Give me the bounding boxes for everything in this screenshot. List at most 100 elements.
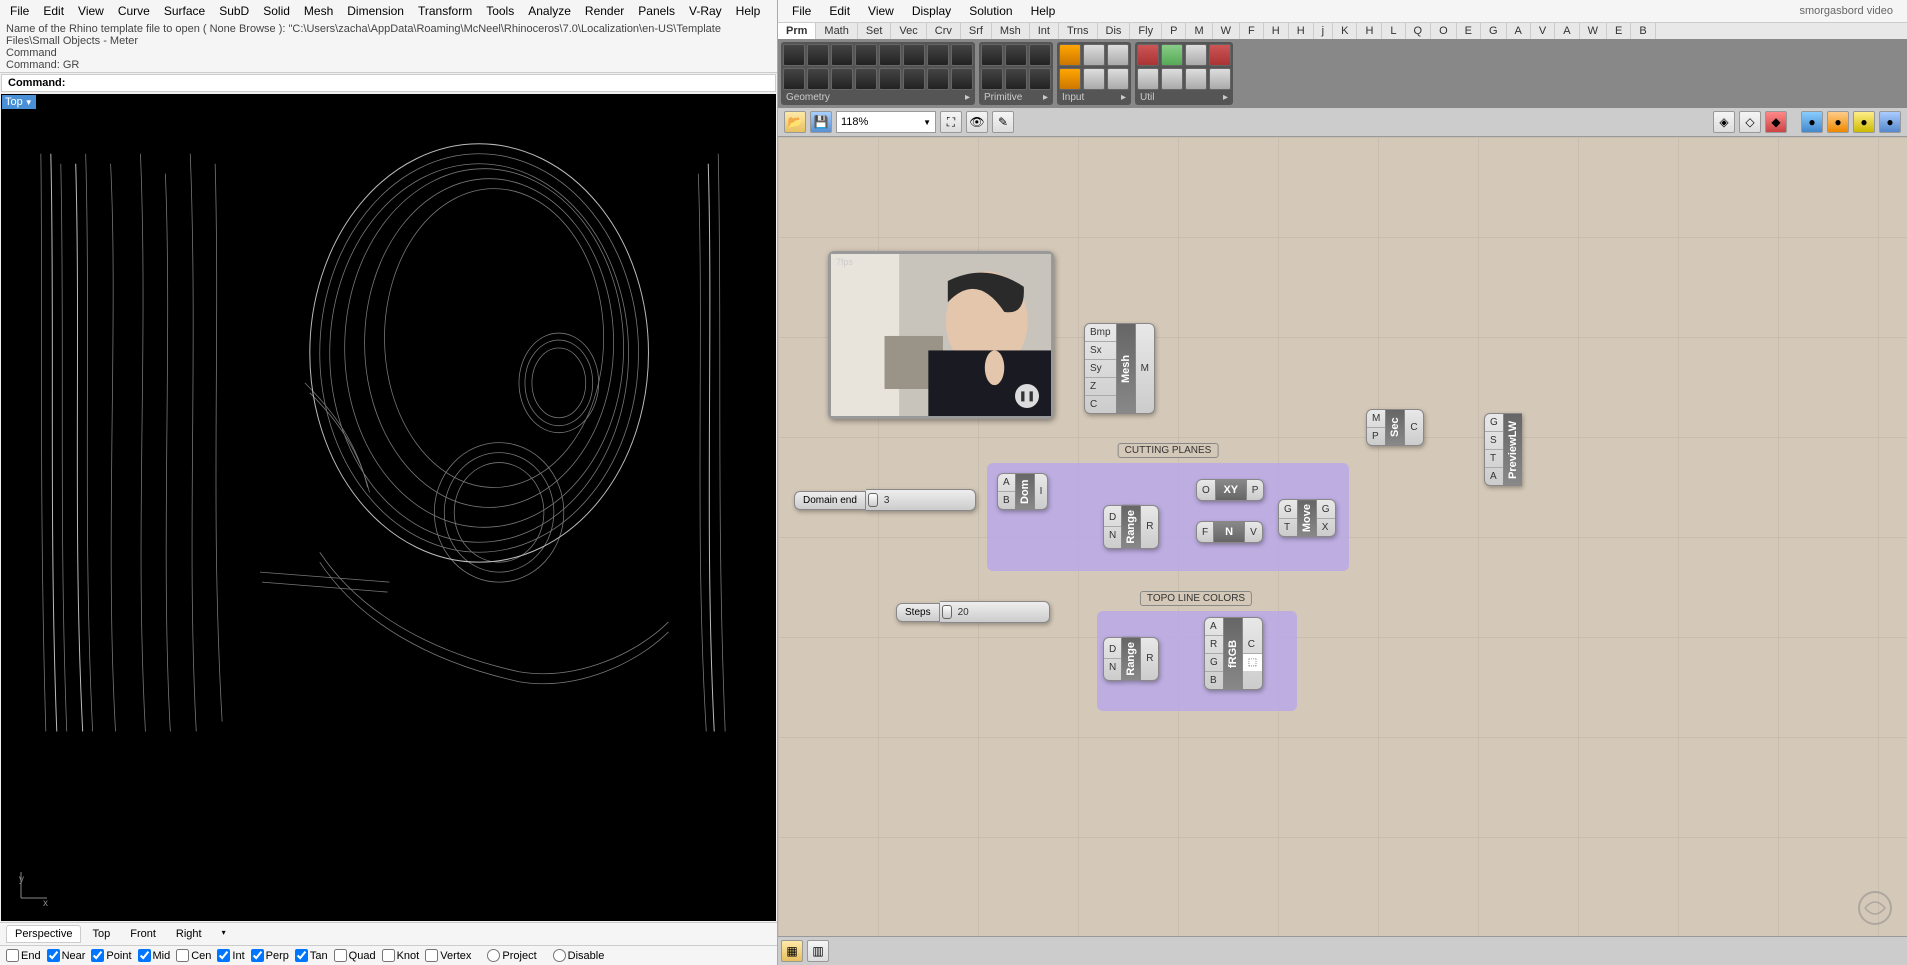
zoom-combo[interactable]: 118%▼ (836, 111, 936, 133)
node-sec[interactable]: MP Sec C (1366, 409, 1424, 446)
display-mode-button[interactable]: ◈ (1713, 111, 1735, 133)
gh-menu-view[interactable]: View (860, 2, 902, 20)
component-icon[interactable] (855, 44, 877, 66)
component-icon[interactable] (1107, 44, 1129, 66)
gh-tab-w[interactable]: W (1580, 23, 1607, 39)
component-icon[interactable] (1161, 68, 1183, 90)
slider-steps[interactable]: Steps 20 (896, 601, 1050, 623)
osnap-perp[interactable]: Perp (251, 949, 289, 962)
port-m[interactable]: M (1367, 410, 1385, 428)
port-o[interactable]: O (1197, 482, 1215, 499)
port-g[interactable]: G (1205, 654, 1223, 672)
save-button[interactable]: 💾 (810, 111, 832, 133)
gh-menu-edit[interactable]: Edit (821, 2, 858, 20)
gh-tab-q[interactable]: Q (1406, 23, 1432, 39)
port-b[interactable]: B (998, 492, 1015, 509)
node-range[interactable]: DN Range R (1103, 637, 1159, 681)
gh-tab-trns[interactable]: Trns (1059, 23, 1098, 39)
menu-help[interactable]: Help (730, 2, 767, 20)
port-n[interactable]: N (1104, 659, 1121, 676)
port-i[interactable]: I (1035, 483, 1048, 500)
port-d[interactable]: D (1104, 641, 1121, 659)
component-icon[interactable] (879, 68, 901, 90)
gh-tab-j[interactable]: j (1314, 23, 1333, 39)
component-icon[interactable] (831, 68, 853, 90)
component-icon[interactable] (903, 68, 925, 90)
port-sx[interactable]: Sx (1085, 342, 1116, 360)
port-c[interactable]: C (1405, 419, 1422, 436)
gh-tab-o[interactable]: O (1431, 23, 1457, 39)
zoom-extents-button[interactable]: ⛶ (940, 111, 962, 133)
display-mode-button[interactable]: ◆ (1765, 111, 1787, 133)
gh-tab-vec[interactable]: Vec (891, 23, 926, 39)
markov-widget-icon[interactable]: ▦ (781, 940, 803, 962)
port-b[interactable]: B (1205, 672, 1223, 689)
component-icon[interactable] (1137, 68, 1159, 90)
command-input[interactable]: Command: (1, 74, 776, 92)
osnap-tan[interactable]: Tan (295, 949, 328, 962)
node-xy[interactable]: O XY P (1196, 479, 1264, 501)
component-icon[interactable] (1107, 68, 1129, 90)
port-x[interactable]: X (1317, 519, 1335, 536)
gh-tab-msh[interactable]: Msh (992, 23, 1030, 39)
menu-tools[interactable]: Tools (480, 2, 520, 20)
port-g[interactable]: G (1279, 501, 1297, 519)
port-r[interactable]: R (1141, 518, 1158, 535)
shade-button[interactable]: ● (1853, 111, 1875, 133)
component-icon[interactable] (855, 68, 877, 90)
node-preview[interactable]: GSTA PreviewLW (1484, 413, 1522, 486)
osnap-project[interactable]: Project (487, 949, 536, 962)
sketch-button[interactable]: ✎ (992, 111, 1014, 133)
port-v[interactable]: V (1245, 524, 1262, 541)
port-t[interactable]: T (1279, 519, 1297, 536)
node-webcam[interactable]: 7fps ❚❚ (828, 251, 1054, 419)
menu-panels[interactable]: Panels (632, 2, 681, 20)
node-range[interactable]: DN Range R (1103, 505, 1159, 549)
viewport[interactable]: Top ▼ (1, 94, 776, 921)
component-icon[interactable] (981, 68, 1003, 90)
component-icon[interactable] (1185, 44, 1207, 66)
node-negative[interactable]: F N V (1196, 521, 1263, 543)
gh-tab-k[interactable]: K (1333, 23, 1357, 39)
chevron-down-icon[interactable]: ▾ (213, 925, 235, 943)
menu-surface[interactable]: Surface (158, 2, 211, 20)
menu-edit[interactable]: Edit (37, 2, 70, 20)
port-a[interactable]: A (1205, 618, 1223, 636)
component-icon[interactable] (1059, 68, 1081, 90)
gh-tab-g[interactable]: G (1481, 23, 1507, 39)
tab-right[interactable]: Right (167, 925, 211, 943)
osnap-quad[interactable]: Quad (334, 949, 376, 962)
tab-top[interactable]: Top (83, 925, 119, 943)
osnap-point[interactable]: Point (91, 949, 131, 962)
gh-tab-h[interactable]: H (1357, 23, 1382, 39)
node-mesh[interactable]: BmpSxSyZC Mesh M (1084, 323, 1155, 414)
gh-tab-a[interactable]: A (1507, 23, 1531, 39)
gh-tab-crv[interactable]: Crv (927, 23, 961, 39)
port-a[interactable]: A (1485, 468, 1503, 485)
menu-mesh[interactable]: Mesh (298, 2, 339, 20)
port-c[interactable]: C (1085, 396, 1116, 413)
component-icon[interactable] (879, 44, 901, 66)
gh-tab-m[interactable]: M (1186, 23, 1212, 39)
component-icon[interactable] (1029, 68, 1051, 90)
component-icon[interactable] (831, 44, 853, 66)
component-icon[interactable] (951, 68, 973, 90)
component-icon[interactable] (1209, 44, 1231, 66)
gh-tab-prm[interactable]: Prm (778, 23, 816, 39)
component-icon[interactable] (783, 44, 805, 66)
gh-tab-e[interactable]: E (1457, 23, 1481, 39)
port-r[interactable]: R (1141, 650, 1158, 667)
gh-tab-srf[interactable]: Srf (961, 23, 992, 39)
gh-tab-dis[interactable]: Dis (1098, 23, 1131, 39)
gh-tab-v[interactable]: V (1531, 23, 1555, 39)
node-frgb[interactable]: ARGB fRGB C⬚ (1204, 617, 1263, 690)
osnap-cen[interactable]: Cen (176, 949, 211, 962)
expand-icon[interactable]: ▸ (1223, 92, 1228, 103)
preview-button[interactable]: 👁 (966, 111, 988, 133)
component-icon[interactable] (927, 44, 949, 66)
slider-domain-end[interactable]: Domain end 3 (794, 489, 976, 511)
osnap-near[interactable]: Near (47, 949, 86, 962)
component-icon[interactable] (903, 44, 925, 66)
osnap-mid[interactable]: Mid (138, 949, 171, 962)
gh-menu-help[interactable]: Help (1023, 2, 1064, 20)
